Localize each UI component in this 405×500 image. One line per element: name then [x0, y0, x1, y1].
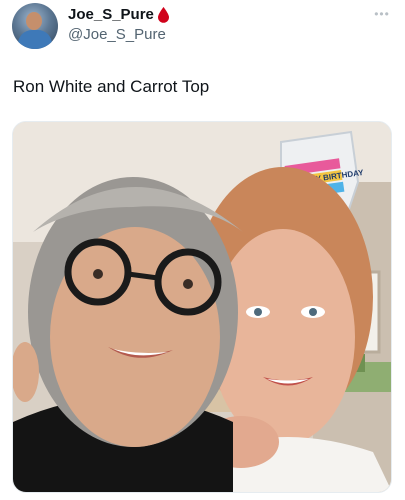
tweet: Joe_S_Pure @Joe_S_Pure ••• Ron White and…	[0, 0, 405, 500]
user-display-name-row[interactable]: Joe_S_Pure	[68, 6, 170, 24]
display-name[interactable]: Joe_S_Pure	[68, 6, 154, 24]
tweet-photo[interactable]: HAPPY BIRTHDAY	[12, 121, 392, 493]
user-handle[interactable]: @Joe_S_Pure	[68, 26, 166, 44]
tweet-text: Ron White and Carrot Top	[13, 77, 210, 96]
avatar-shirt	[18, 30, 52, 49]
avatar-face	[26, 12, 42, 30]
more-horizontal-icon[interactable]: •••	[372, 7, 392, 21]
blood-drop-icon	[157, 7, 169, 23]
photo-illustration: HAPPY BIRTHDAY	[13, 122, 391, 492]
avatar[interactable]	[12, 3, 58, 49]
